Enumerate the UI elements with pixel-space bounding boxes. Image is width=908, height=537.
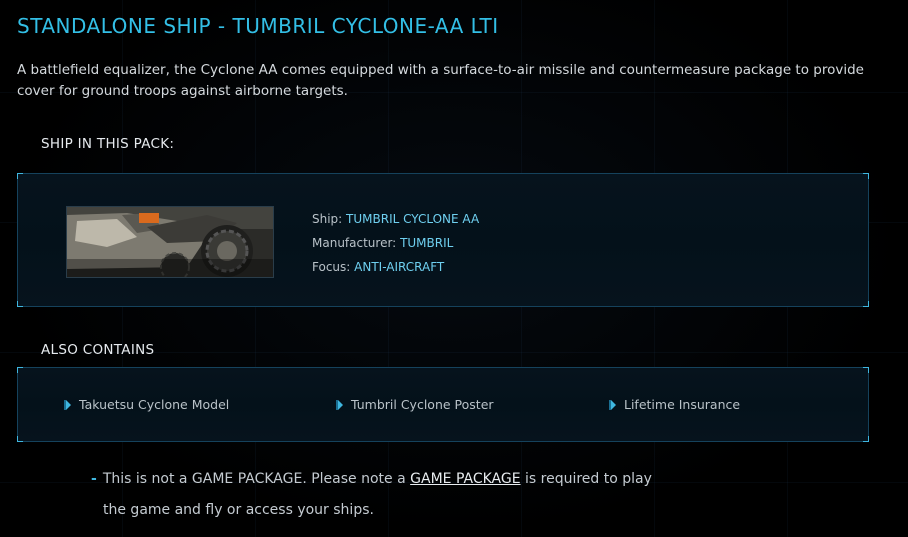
ship-section-label: SHIP IN THIS PACK:	[41, 136, 175, 152]
list-item: Takuetsu Cyclone Model	[66, 397, 229, 412]
manufacturer-row: Manufacturer: TUMBRIL	[312, 231, 479, 255]
ship-image[interactable]	[66, 206, 274, 278]
panel-corner	[17, 436, 23, 442]
focus-row: Focus: ANTI-AIRCRAFT	[312, 255, 479, 279]
also-contains-panel: Takuetsu Cyclone Model Tumbril Cyclone P…	[17, 367, 869, 442]
focus-value: ANTI-AIRCRAFT	[354, 260, 445, 274]
bullet-icon	[66, 400, 71, 410]
ship-panel: Ship: TUMBRIL CYCLONE AA Manufacturer: T…	[17, 173, 869, 307]
manufacturer-value: TUMBRIL	[400, 236, 454, 250]
list-item-label: Lifetime Insurance	[624, 397, 741, 412]
note-line-1: - This is not a GAME PACKAGE. Please note…	[91, 464, 691, 495]
bullet-icon	[338, 400, 343, 410]
list-item-label: Takuetsu Cyclone Model	[79, 397, 230, 412]
page-title: STANDALONE SHIP - TUMBRIL CYCLONE-AA LTI	[17, 14, 499, 38]
panel-corner	[863, 173, 869, 179]
list-item-label: Tumbril Cyclone Poster	[351, 397, 494, 412]
note-prefix: This is not a GAME PACKAGE. Please note …	[102, 471, 406, 487]
ship-name-value: TUMBRIL CYCLONE AA	[346, 212, 480, 226]
note-suffix: is required to play	[525, 471, 652, 487]
note-line-2: the game and fly or access your ships.	[103, 502, 374, 518]
ship-info: Ship: TUMBRIL CYCLONE AA Manufacturer: T…	[312, 207, 479, 279]
dash-icon: -	[91, 471, 97, 487]
list-item: Lifetime Insurance	[611, 397, 740, 412]
page: STANDALONE SHIP - TUMBRIL CYCLONE-AA LTI…	[0, 0, 908, 537]
ship-name-label: Ship:	[312, 212, 343, 226]
game-package-note: - This is not a GAME PACKAGE. Please note…	[91, 464, 691, 526]
ship-name-row: Ship: TUMBRIL CYCLONE AA	[312, 207, 479, 231]
list-item: Tumbril Cyclone Poster	[338, 397, 494, 412]
also-contains-label: ALSO CONTAINS	[41, 342, 155, 358]
pack-description: A battlefield equalizer, the Cyclone AA …	[17, 62, 864, 99]
focus-label: Focus:	[312, 260, 351, 274]
game-package-link[interactable]: GAME PACKAGE	[410, 471, 520, 487]
panel-corner	[863, 367, 869, 373]
bullet-icon	[611, 400, 616, 410]
panel-corner	[17, 301, 23, 307]
manufacturer-label: Manufacturer:	[312, 236, 397, 250]
